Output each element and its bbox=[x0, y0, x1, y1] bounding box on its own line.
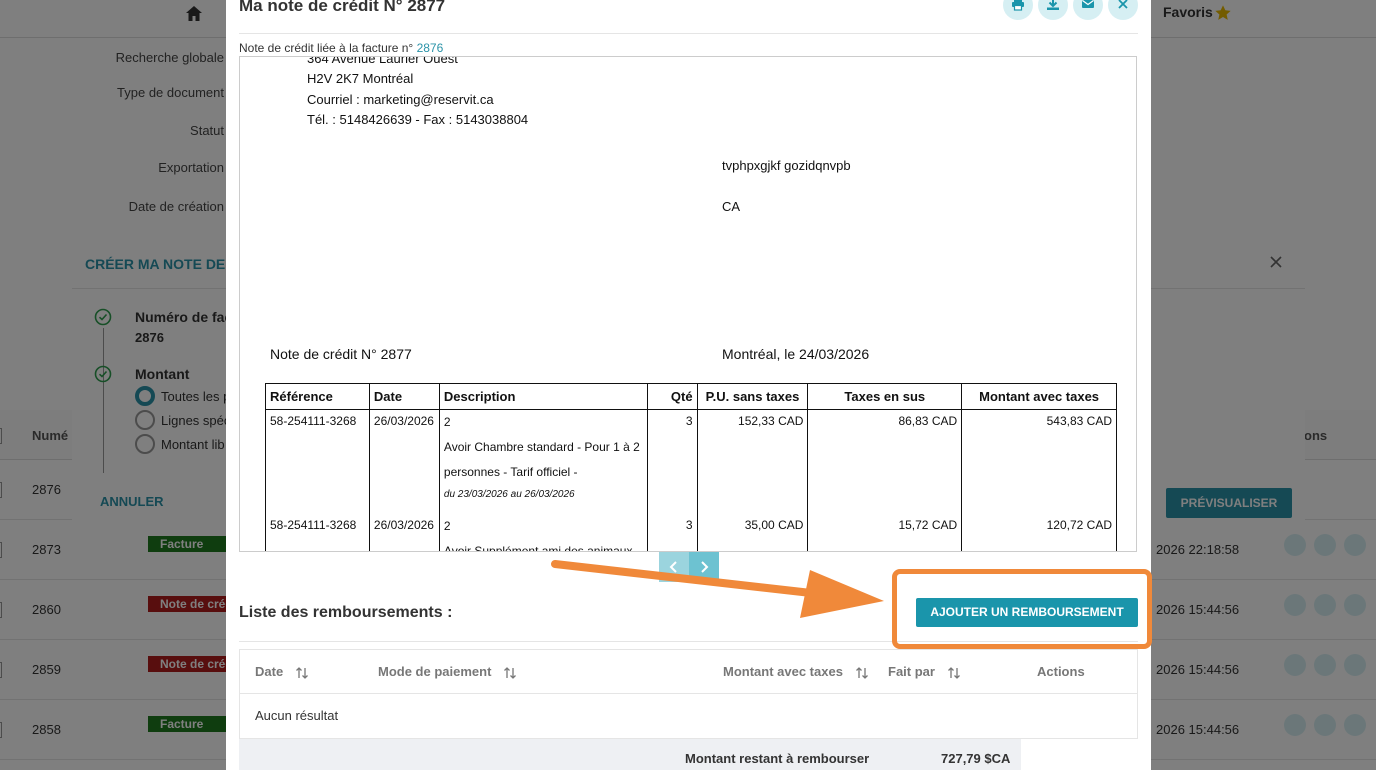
cell-description: 2 Avoir Chambre standard - Pour 1 à 2 pe… bbox=[438, 409, 648, 514]
cell-unit-price: 35,00 CAD bbox=[696, 513, 809, 551]
close-icon bbox=[1118, 0, 1128, 9]
col-date: Date bbox=[368, 383, 440, 410]
cell-description: 2 Avoir Supplément ami des animaux bbox=[438, 513, 648, 552]
envelope-icon bbox=[1082, 0, 1094, 8]
close-button[interactable] bbox=[1108, 0, 1138, 20]
refund-col-amount[interactable]: Montant avec taxes bbox=[723, 664, 869, 680]
sort-icon bbox=[855, 666, 868, 679]
no-result-text: Aucun résultat bbox=[255, 708, 339, 723]
refund-col-made-by[interactable]: Fait par bbox=[888, 664, 961, 680]
address-phone: Tél. : 5148426639 - Fax : 5143038804 bbox=[307, 112, 529, 127]
refunds-section-title: Liste des remboursements : bbox=[239, 604, 453, 621]
download-button[interactable] bbox=[1038, 0, 1068, 20]
table-row: 58-254111-3268 26/03/2026 2 Avoir Supplé… bbox=[265, 513, 1117, 552]
address-email: Courriel : marketing@reservit.ca bbox=[307, 92, 494, 107]
client-country: CA bbox=[722, 199, 741, 214]
refund-col-date-label: Date bbox=[255, 664, 284, 679]
cell-reference: 58-254111-3268 bbox=[265, 513, 370, 551]
cell-qty: 3 bbox=[646, 409, 698, 514]
desc-number: 2 bbox=[443, 415, 451, 429]
annotation-arrow bbox=[551, 560, 884, 618]
remaining-amount-bar: Montant restant à rembourser 727,79 $CA bbox=[239, 739, 1021, 770]
cell-taxes: 15,72 CAD bbox=[807, 513, 963, 551]
linked-invoice-prefix: Note de crédit liée à la facture n° bbox=[239, 41, 414, 55]
modal-title: Ma note de crédit N° 2877 bbox=[239, 0, 446, 15]
refund-col-amount-label: Montant avec taxes bbox=[723, 664, 843, 679]
refund-col-date[interactable]: Date bbox=[255, 664, 309, 680]
email-button[interactable] bbox=[1073, 0, 1103, 20]
credit-note-preview[interactable]: 364 Avenue Laurier Ouest H2V 2K7 Montréa… bbox=[239, 56, 1137, 552]
cell-qty: 3 bbox=[646, 513, 698, 551]
client-name: tvphpxgjkf gozidqnvpb bbox=[722, 158, 851, 173]
cell-unit-price: 152,33 CAD bbox=[696, 409, 809, 514]
sort-icon bbox=[504, 666, 517, 679]
col-taxes: Taxes en sus bbox=[807, 383, 963, 410]
desc-line-1: Avoir Supplément ami des animaux bbox=[443, 543, 633, 552]
cell-date: 26/03/2026 bbox=[368, 409, 440, 514]
desc-line-2: personnes - Tarif officiel - bbox=[443, 465, 578, 479]
print-button[interactable] bbox=[1003, 0, 1033, 20]
refunds-table-header: Date Mode de paiement Montant avec taxes… bbox=[240, 650, 1137, 694]
remaining-amount-value: 727,79 $CA bbox=[941, 751, 1011, 766]
place-date: Montréal, le 24/03/2026 bbox=[722, 346, 870, 362]
desc-period: du 23/03/2026 au 26/03/2026 bbox=[443, 489, 575, 500]
credit-note-lines-table: Référence Date Description Qté P.U. sans… bbox=[265, 383, 1117, 552]
desc-line-1: Avoir Chambre standard - Pour 1 à 2 bbox=[443, 440, 640, 454]
desc-number: 2 bbox=[443, 518, 451, 533]
download-icon bbox=[1047, 0, 1059, 10]
linked-invoice-text: Note de crédit liée à la facture n° 2876 bbox=[239, 41, 443, 55]
address-city: H2V 2K7 Montréal bbox=[307, 71, 414, 86]
refund-col-payment-mode-label: Mode de paiement bbox=[378, 664, 492, 679]
cell-date: 26/03/2026 bbox=[368, 513, 440, 551]
cell-total: 543,83 CAD bbox=[961, 409, 1117, 514]
linked-invoice-link[interactable]: 2876 bbox=[417, 41, 444, 55]
cell-total: 120,72 CAD bbox=[961, 513, 1117, 551]
annotation-highlight-box bbox=[892, 569, 1152, 649]
refund-col-payment-mode[interactable]: Mode de paiement bbox=[378, 664, 517, 680]
cell-taxes: 86,83 CAD bbox=[807, 409, 963, 514]
sort-icon bbox=[295, 666, 308, 679]
cell-reference: 58-254111-3268 bbox=[265, 409, 370, 514]
refunds-table: Date Mode de paiement Montant avec taxes… bbox=[239, 649, 1138, 739]
address-street: 364 Avenue Laurier Ouest bbox=[307, 56, 458, 66]
divider bbox=[239, 33, 1138, 34]
col-unit-price: P.U. sans taxes bbox=[696, 383, 809, 410]
col-total: Montant avec taxes bbox=[961, 383, 1117, 410]
col-qty: Qté bbox=[646, 383, 698, 410]
print-icon bbox=[1012, 0, 1024, 11]
remaining-amount-label: Montant restant à rembourser bbox=[685, 751, 870, 766]
col-description: Description bbox=[438, 383, 648, 410]
sort-icon bbox=[947, 666, 960, 679]
refund-col-actions: Actions bbox=[1037, 664, 1085, 679]
col-reference: Référence bbox=[265, 383, 370, 410]
credit-note-number: Note de crédit N° 2877 bbox=[270, 346, 412, 362]
table-row: 58-254111-3268 26/03/2026 2 Avoir Chambr… bbox=[265, 409, 1117, 514]
lines-header: Référence Date Description Qté P.U. sans… bbox=[265, 383, 1117, 410]
credit-note-modal: Ma note de crédit N° 2877 Note de crédit… bbox=[226, 0, 1151, 770]
refund-col-made-by-label: Fait par bbox=[888, 664, 935, 679]
